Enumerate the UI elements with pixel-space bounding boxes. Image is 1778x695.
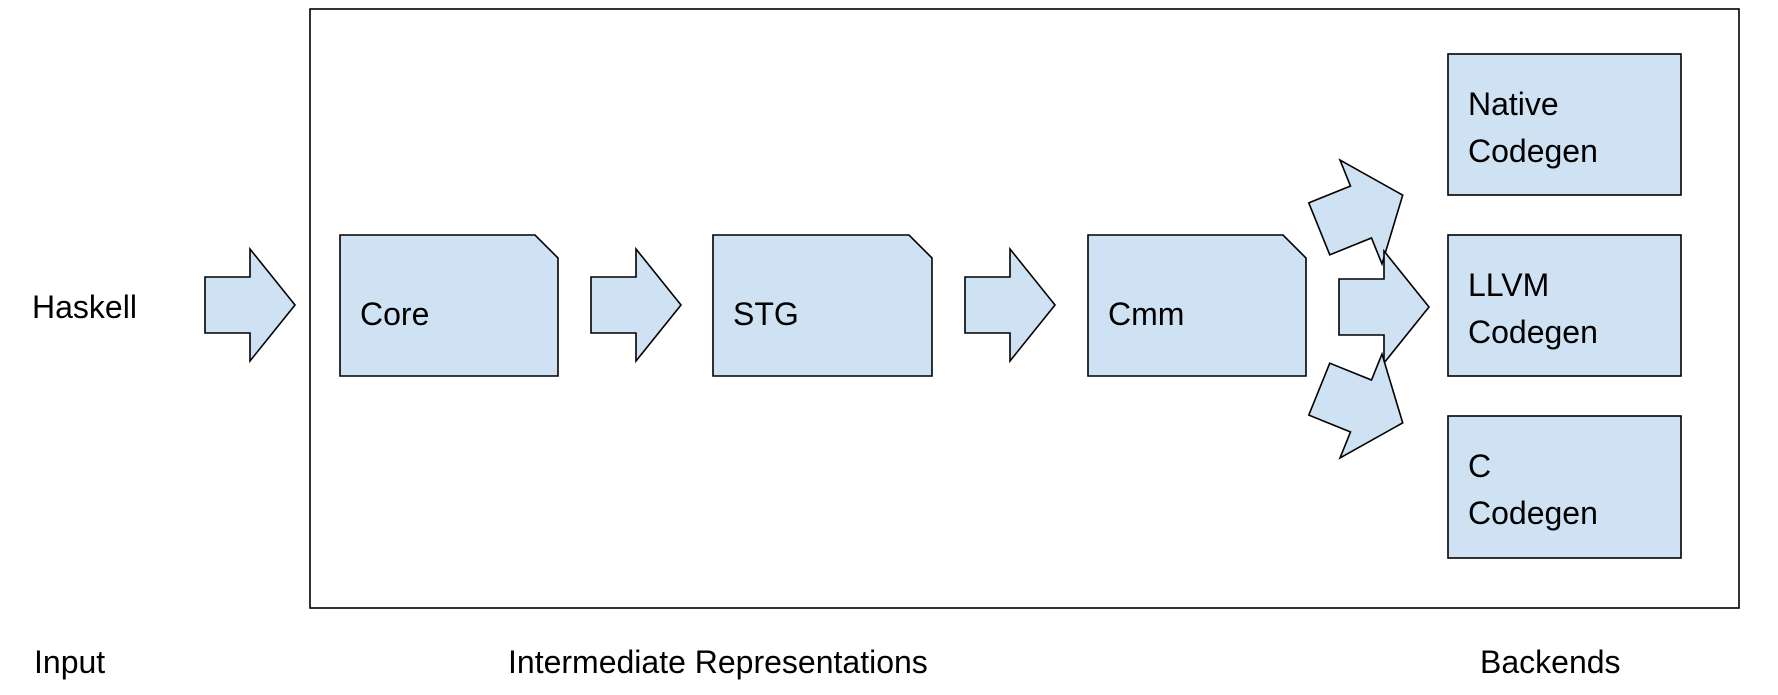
- backend-label: Codegen: [1468, 495, 1598, 531]
- arrow-icon: [1338, 250, 1430, 364]
- backend-label: C: [1468, 448, 1491, 484]
- caption-intermediate: Intermediate Representations: [508, 644, 928, 680]
- arrow-icon: [964, 248, 1056, 362]
- cmm-label: Cmm: [1108, 296, 1184, 332]
- backend-c: C Codegen: [1447, 415, 1682, 559]
- ghc-pipeline-diagram: Haskell Core STG Cmm Native Codegen LLVM…: [32, 8, 1740, 680]
- backend-llvm: LLVM Codegen: [1447, 234, 1682, 377]
- arrow-icon: [204, 248, 296, 362]
- backend-label: Native: [1468, 86, 1559, 122]
- arrow-icon: [1297, 142, 1425, 282]
- backend-native: Native Codegen: [1447, 53, 1682, 196]
- core-label: Core: [360, 296, 429, 332]
- caption-backends: Backends: [1480, 644, 1621, 680]
- backend-label: Codegen: [1468, 133, 1598, 169]
- caption-input: Input: [34, 644, 105, 680]
- arrow-icon: [1297, 336, 1425, 476]
- backend-label: LLVM: [1468, 267, 1549, 303]
- arrow-icon: [590, 248, 682, 362]
- backend-label: Codegen: [1468, 314, 1598, 350]
- input-label: Haskell: [32, 289, 137, 325]
- stg-label: STG: [733, 296, 799, 332]
